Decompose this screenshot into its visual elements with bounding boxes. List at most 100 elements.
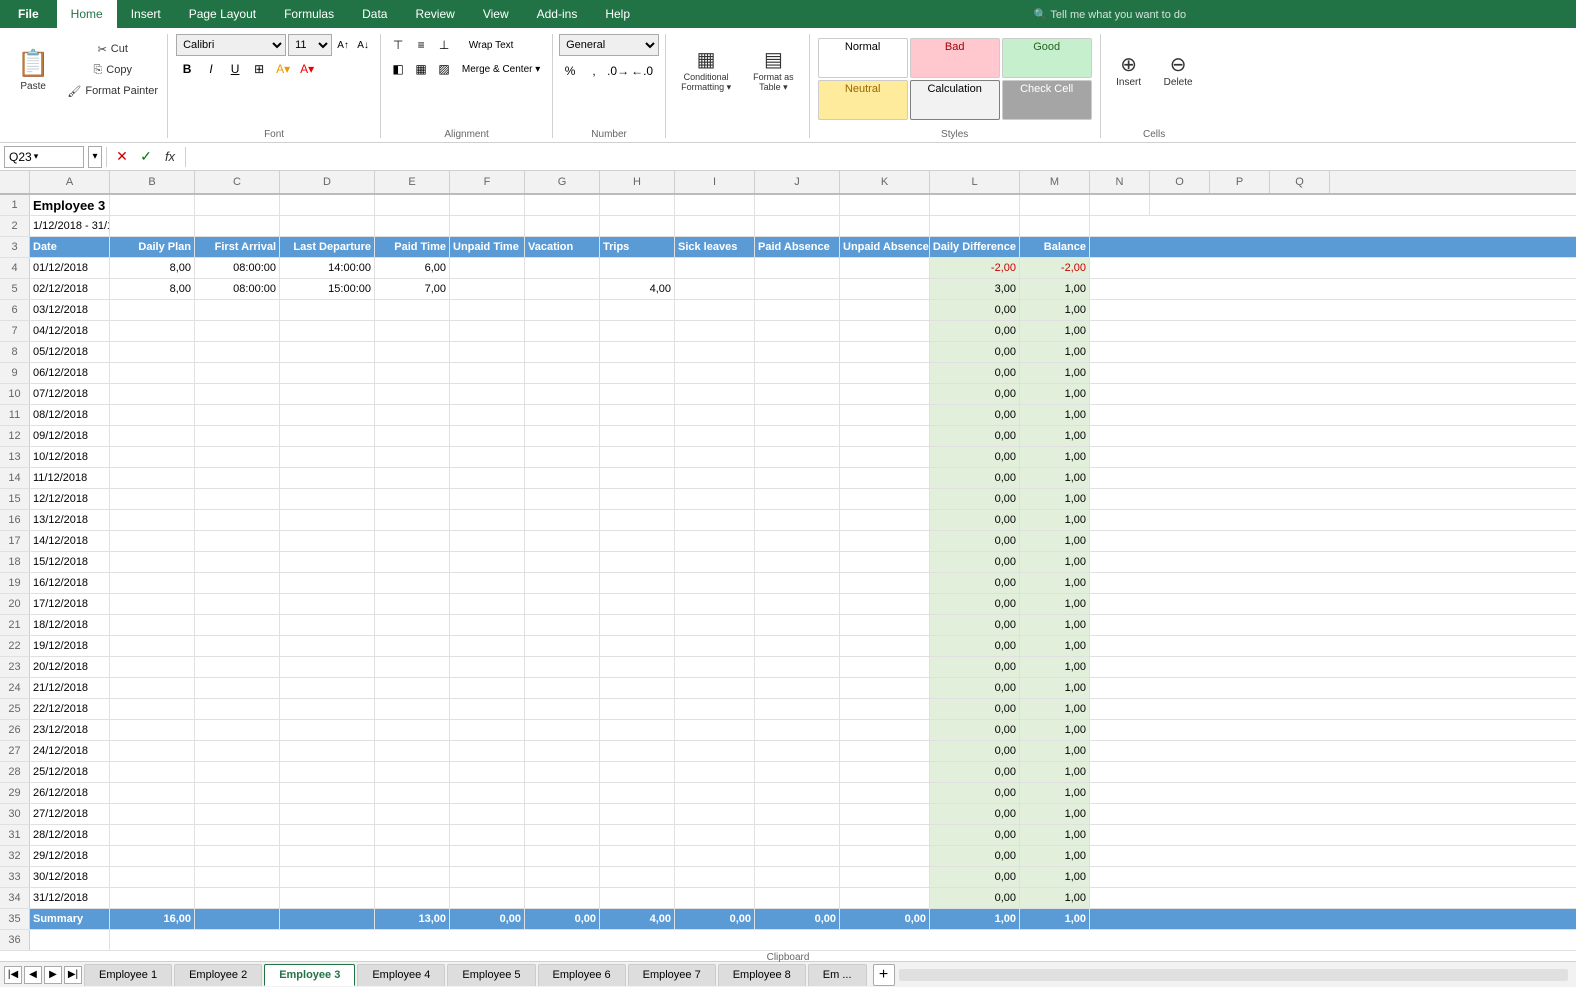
menu-tab-add-ins[interactable]: Add-ins — [523, 0, 592, 28]
cell-m-16[interactable]: 1,00 — [1020, 510, 1090, 530]
cell-i-17[interactable] — [675, 531, 755, 551]
cell-e-8[interactable] — [375, 342, 450, 362]
cell-H1[interactable] — [600, 195, 675, 215]
cell-m-8[interactable]: 1,00 — [1020, 342, 1090, 362]
decrease-font-btn[interactable]: A↓ — [354, 36, 372, 54]
cell-k-6[interactable] — [840, 300, 930, 320]
cell-c-11[interactable] — [195, 405, 280, 425]
header-unpaid-time[interactable]: Unpaid Time — [450, 237, 525, 257]
cell-k-22[interactable] — [840, 636, 930, 656]
cell-m-34[interactable]: 1,00 — [1020, 888, 1090, 908]
italic-button[interactable]: I — [200, 58, 222, 80]
font-color-button[interactable]: A▾ — [296, 58, 318, 80]
align-center-btn[interactable]: ▦ — [410, 58, 432, 80]
cell-m-29[interactable]: 1,00 — [1020, 783, 1090, 803]
cell-e-25[interactable] — [375, 699, 450, 719]
cell-date-14[interactable]: 11/12/2018 — [30, 468, 110, 488]
cell-d-15[interactable] — [280, 489, 375, 509]
tab-employee-2[interactable]: Employee 2 — [174, 964, 262, 986]
cell-A2[interactable]: 1/12/2018 - 31/12/2018 — [30, 216, 110, 236]
tab-nav-prev[interactable]: ◀ — [24, 966, 42, 984]
cell-l-23[interactable]: 0,00 — [930, 657, 1020, 677]
cell-f-9[interactable] — [450, 363, 525, 383]
cell-summary-paid-abs[interactable]: 0,00 — [755, 909, 840, 929]
col-header-P[interactable]: P — [1210, 171, 1270, 193]
cell-i-11[interactable] — [675, 405, 755, 425]
cell-c-25[interactable] — [195, 699, 280, 719]
col-header-M[interactable]: M — [1020, 171, 1090, 193]
cell-d-23[interactable] — [280, 657, 375, 677]
percent-btn[interactable]: % — [559, 60, 581, 82]
cell-date-29[interactable]: 26/12/2018 — [30, 783, 110, 803]
cell-c-12[interactable] — [195, 426, 280, 446]
cell-h-19[interactable] — [600, 573, 675, 593]
cell-m-13[interactable]: 1,00 — [1020, 447, 1090, 467]
col-header-H[interactable]: H — [600, 171, 675, 193]
cell-J2[interactable] — [755, 216, 840, 236]
cell-k-23[interactable] — [840, 657, 930, 677]
col-header-O[interactable]: O — [1150, 171, 1210, 193]
tab-employee-3[interactable]: Employee 3 — [264, 964, 355, 986]
font-size-select[interactable]: 11 — [288, 34, 332, 56]
cell-k-8[interactable] — [840, 342, 930, 362]
cell-e-32[interactable] — [375, 846, 450, 866]
tab-nav-next[interactable]: ▶ — [44, 966, 62, 984]
cell-b-26[interactable] — [110, 720, 195, 740]
cell-h-11[interactable] — [600, 405, 675, 425]
cell-K1[interactable] — [840, 195, 930, 215]
cell-c-21[interactable] — [195, 615, 280, 635]
cell-h-34[interactable] — [600, 888, 675, 908]
cell-h-20[interactable] — [600, 594, 675, 614]
cell-f-17[interactable] — [450, 531, 525, 551]
cell-i-9[interactable] — [675, 363, 755, 383]
header-sick-leaves[interactable]: Sick leaves — [675, 237, 755, 257]
cell-b-11[interactable] — [110, 405, 195, 425]
cell-l-31[interactable]: 0,00 — [930, 825, 1020, 845]
cell-vac-5[interactable] — [525, 279, 600, 299]
cell-k-26[interactable] — [840, 720, 930, 740]
cell-i-28[interactable] — [675, 762, 755, 782]
cell-d-31[interactable] — [280, 825, 375, 845]
cell-D2[interactable] — [280, 216, 375, 236]
cell-g-16[interactable] — [525, 510, 600, 530]
cell-date-32[interactable]: 29/12/2018 — [30, 846, 110, 866]
cell-j-10[interactable] — [755, 384, 840, 404]
cell-b-25[interactable] — [110, 699, 195, 719]
cell-j-24[interactable] — [755, 678, 840, 698]
col-header-L[interactable]: L — [930, 171, 1020, 193]
cell-b-17[interactable] — [110, 531, 195, 551]
menu-tab-help[interactable]: Help — [591, 0, 644, 28]
cell-date-20[interactable]: 17/12/2018 — [30, 594, 110, 614]
cell-h-6[interactable] — [600, 300, 675, 320]
cell-m-18[interactable]: 1,00 — [1020, 552, 1090, 572]
cell-date-16[interactable]: 13/12/2018 — [30, 510, 110, 530]
cell-l-19[interactable]: 0,00 — [930, 573, 1020, 593]
horizontal-scrollbar[interactable] — [899, 969, 1568, 981]
cell-b-28[interactable] — [110, 762, 195, 782]
cell-C1[interactable] — [195, 195, 280, 215]
cell-date-26[interactable]: 23/12/2018 — [30, 720, 110, 740]
cell-E1[interactable] — [375, 195, 450, 215]
cell-F2[interactable] — [450, 216, 525, 236]
cell-summary-label[interactable]: Summary — [30, 909, 110, 929]
cell-k-34[interactable] — [840, 888, 930, 908]
cell-c-31[interactable] — [195, 825, 280, 845]
style-normal-btn[interactable]: Normal — [818, 38, 908, 78]
cell-I1[interactable] — [675, 195, 755, 215]
header-last-departure[interactable]: Last Departure — [280, 237, 375, 257]
format-as-table-btn[interactable]: ▤ Format asTable ▾ — [744, 34, 803, 106]
cell-summary-sick[interactable]: 0,00 — [675, 909, 755, 929]
cell-l-15[interactable]: 0,00 — [930, 489, 1020, 509]
cell-i-21[interactable] — [675, 615, 755, 635]
cell-j-12[interactable] — [755, 426, 840, 446]
cell-d-19[interactable] — [280, 573, 375, 593]
insert-cell-btn[interactable]: ⊕ Insert — [1107, 34, 1151, 106]
cell-b-19[interactable] — [110, 573, 195, 593]
menu-tab-review[interactable]: Review — [401, 0, 468, 28]
comma-btn[interactable]: , — [583, 60, 605, 82]
cell-f-15[interactable] — [450, 489, 525, 509]
cell-g-11[interactable] — [525, 405, 600, 425]
cell-e-23[interactable] — [375, 657, 450, 677]
menu-tab-home[interactable]: Home — [57, 0, 117, 28]
cell-h-12[interactable] — [600, 426, 675, 446]
